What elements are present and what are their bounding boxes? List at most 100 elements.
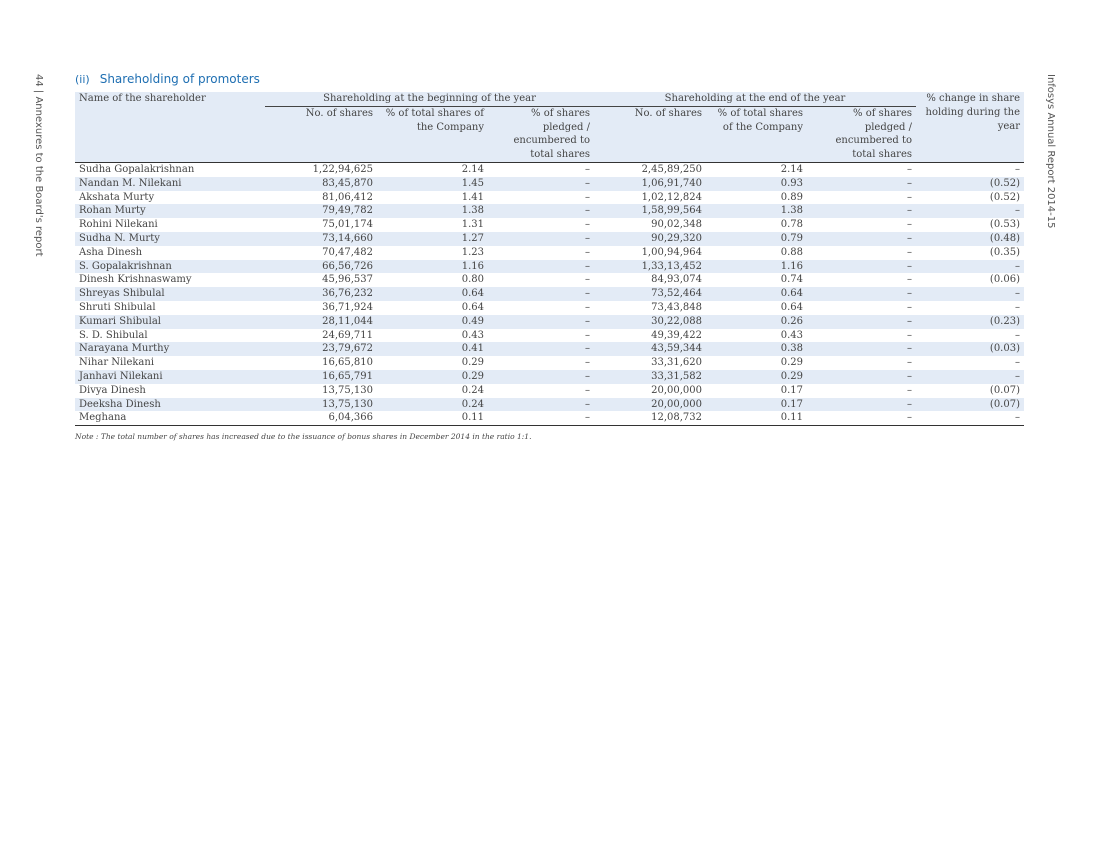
- percent-change-cell: –: [916, 259, 1024, 274]
- end-percent-cell: 0.26: [706, 314, 807, 329]
- begin-pledged-cell: –: [585, 274, 590, 286]
- begin-pledged-cell: –: [488, 204, 594, 219]
- begin-percent-cell: 1.41: [461, 191, 484, 203]
- end-percent-cell: 1.38: [706, 204, 807, 219]
- end-pledged-cell: –: [907, 246, 912, 258]
- begin-percent-cell: 0.29: [377, 369, 488, 384]
- begin-shares-cell: 6,04,366: [265, 411, 377, 427]
- end-percent-cell: 0.64: [780, 301, 803, 313]
- begin-pledged-cell: –: [585, 219, 590, 231]
- end-shares-cell: 43,59,344: [594, 342, 706, 357]
- begin-shares-cell: 28,11,044: [265, 314, 377, 329]
- percent-change-cell: –: [916, 287, 1024, 301]
- shareholder-name-cell: Narayana Murthy: [75, 342, 265, 357]
- shareholder-name-cell: Asha Dinesh: [79, 246, 143, 258]
- end-pledged-cell: –: [907, 163, 912, 175]
- end-shares-cell: 1,06,91,740: [594, 176, 706, 191]
- table-footnote: Note : The total number of shares has in…: [75, 432, 532, 441]
- header-name: Name of the shareholder: [75, 92, 265, 163]
- page-side-label-left: 44 | Annexures to the Board's report: [33, 74, 44, 257]
- begin-pledged-cell: –: [488, 369, 594, 384]
- table-row: Rohini Nilekani 75,01,174 1.31 – 90,02,348 0.…: [75, 218, 1024, 232]
- end-pledged-cell: –: [907, 384, 912, 396]
- end-shares-cell: 84,93,074: [651, 274, 702, 286]
- begin-shares-cell: 36,76,232: [265, 287, 377, 301]
- end-shares-cell: 20,00,000: [594, 397, 706, 412]
- begin-percent-cell: 0.64: [377, 287, 488, 301]
- shareholder-name-cell: Dinesh Krishnaswamy: [79, 274, 192, 286]
- begin-shares-cell: 13,75,130: [265, 397, 377, 412]
- header-end-percent-total: % of total shares of the Company: [706, 106, 807, 163]
- table-row: Akshata Murty 81,06,412 1.41 – 1,02,12,824 0.…: [75, 191, 1024, 205]
- begin-shares-cell: 79,49,782: [265, 204, 377, 219]
- table-row: Shreyas Shibulal 36,76,232 0.64–73,52,464 0…: [75, 287, 1024, 301]
- begin-pledged-cell: –: [585, 246, 590, 258]
- promoters-shareholding-table: Name of the shareholder Shareholding at …: [75, 92, 1024, 427]
- section-heading: (ii) Shareholding of promoters: [75, 72, 260, 86]
- begin-pledged-cell: –: [585, 357, 590, 369]
- begin-pledged-cell: –: [585, 384, 590, 396]
- begin-shares-cell: 70,47,482: [322, 246, 373, 258]
- end-shares-cell: 33,31,582: [594, 369, 706, 384]
- end-percent-cell: 0.64: [706, 287, 807, 301]
- begin-shares-cell: 1,22,94,625: [312, 163, 373, 175]
- shareholder-name-cell: Shreyas Shibulal: [75, 287, 265, 301]
- header-end-percent-pledged: % of shares pledged / encumbered to tota…: [807, 106, 916, 163]
- percent-change-cell: (0.07): [989, 384, 1020, 396]
- begin-percent-cell: 0.49: [377, 314, 488, 329]
- percent-change-cell: (0.52): [989, 191, 1020, 203]
- begin-shares-cell: 45,96,537: [322, 274, 373, 286]
- percent-change-cell: –: [1015, 301, 1020, 313]
- begin-percent-cell: 0.24: [377, 397, 488, 412]
- end-pledged-cell: –: [907, 191, 912, 203]
- begin-shares-cell: 83,45,870: [265, 176, 377, 191]
- end-pledged-cell: –: [907, 357, 912, 369]
- begin-percent-cell: 1.38: [377, 204, 488, 219]
- end-shares-cell: 49,39,422: [651, 329, 702, 341]
- shareholder-name-cell: Nihar Nilekani: [79, 357, 155, 369]
- begin-shares-cell: 75,01,174: [322, 219, 373, 231]
- end-percent-cell: 1.16: [706, 259, 807, 274]
- begin-pledged-cell: –: [488, 176, 594, 191]
- begin-percent-cell: 0.24: [461, 384, 484, 396]
- end-pledged-cell: –: [907, 301, 912, 313]
- begin-percent-cell: 0.64: [461, 301, 484, 313]
- percent-change-cell: –: [916, 411, 1024, 427]
- table-row: Janhavi Nilekani 16,65,791 0.29–33,31,582 0…: [75, 369, 1024, 384]
- shareholder-name-cell: Akshata Murty: [79, 191, 155, 203]
- end-percent-cell: 0.17: [706, 397, 807, 412]
- end-pledged-cell: –: [907, 219, 912, 231]
- end-percent-cell: 0.74: [780, 274, 803, 286]
- begin-percent-cell: 1.23: [461, 246, 484, 258]
- begin-pledged-cell: –: [488, 231, 594, 246]
- percent-change-cell: –: [1015, 163, 1020, 175]
- begin-percent-cell: 1.16: [377, 259, 488, 274]
- percent-change-cell: (0.53): [989, 219, 1020, 231]
- begin-shares-cell: 23,79,672: [265, 342, 377, 357]
- percent-change-cell: (0.23): [916, 314, 1024, 329]
- end-pledged-cell: –: [807, 176, 916, 191]
- begin-percent-cell: 1.27: [377, 231, 488, 246]
- table-row: S. D. Shibulal 24,69,711 0.43 – 49,39,422 0.4…: [75, 329, 1024, 343]
- begin-shares-cell: 81,06,412: [322, 191, 373, 203]
- begin-shares-cell: 13,75,130: [322, 384, 373, 396]
- percent-change-cell: (0.52): [916, 176, 1024, 191]
- begin-percent-cell: 2.14: [461, 163, 484, 175]
- begin-pledged-cell: –: [585, 163, 590, 175]
- begin-percent-cell: 0.80: [461, 274, 484, 286]
- begin-shares-cell: 24,69,711: [322, 329, 373, 341]
- end-percent-cell: 0.88: [780, 246, 803, 258]
- table-row: Dinesh Krishnaswamy 45,96,537 0.80 – 84,93,0…: [75, 273, 1024, 287]
- end-shares-cell: 73,43,848: [651, 301, 702, 313]
- shareholder-name-cell: Rohan Murty: [75, 204, 265, 219]
- shareholder-name-cell: Shruti Shibulal: [79, 301, 156, 313]
- end-shares-cell: 90,29,320: [594, 231, 706, 246]
- end-percent-cell: 0.29: [706, 369, 807, 384]
- shareholder-name-cell: Sudha Gopalakrishnan: [79, 163, 195, 175]
- begin-pledged-cell: –: [585, 191, 590, 203]
- end-pledged-cell: –: [807, 411, 916, 427]
- shareholder-name-cell: Rohini Nilekani: [79, 219, 158, 231]
- end-percent-cell: 0.38: [706, 342, 807, 357]
- table-row: Deeksha Dinesh 13,75,130 0.24–20,00,000 0.1…: [75, 397, 1024, 412]
- header-begin-percent-pledged: % of shares pledged / encumbered to tota…: [488, 106, 594, 163]
